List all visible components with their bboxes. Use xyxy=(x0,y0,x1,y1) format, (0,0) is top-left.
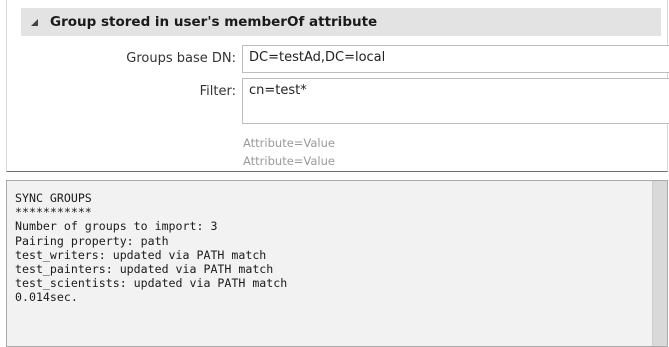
filter-hint: Attribute=Value xyxy=(243,136,335,150)
console-scrollbar[interactable] xyxy=(652,181,667,346)
ldap-group-settings-panel: Group stored in user's memberOf attribut… xyxy=(6,0,669,172)
log-line: test_scientists: updated via PATH match xyxy=(15,276,288,291)
log-line: SYNC GROUPS xyxy=(15,191,92,205)
filter-label: Filter: xyxy=(199,84,236,99)
log-line: Number of groups to import: 3 xyxy=(15,219,218,234)
log-line: 0.014sec. xyxy=(15,290,78,305)
log-line: test_painters: updated via PATH match xyxy=(15,262,274,277)
log-output: SYNC GROUPS *********** Number of groups t… xyxy=(15,191,287,305)
log-line: test_writers: updated via PATH match xyxy=(15,247,267,262)
section-title: Group stored in user's memberOf attribut… xyxy=(50,14,378,30)
sync-log-console[interactable]: SYNC GROUPS *********** Number of groups t… xyxy=(6,180,668,347)
filter-input[interactable]: cn=test* xyxy=(242,78,669,124)
collapse-triangle-icon[interactable] xyxy=(30,18,46,27)
log-line: Pairing property: path xyxy=(15,233,169,248)
groups-base-dn-input[interactable]: DC=testAd,DC=local xyxy=(242,45,669,73)
section-header[interactable]: Group stored in user's memberOf attribut… xyxy=(21,8,661,36)
log-line: *********** xyxy=(15,205,92,220)
groups-base-dn-label: Groups base DN: xyxy=(126,51,236,66)
filter-hint: Attribute=Value xyxy=(243,154,335,168)
